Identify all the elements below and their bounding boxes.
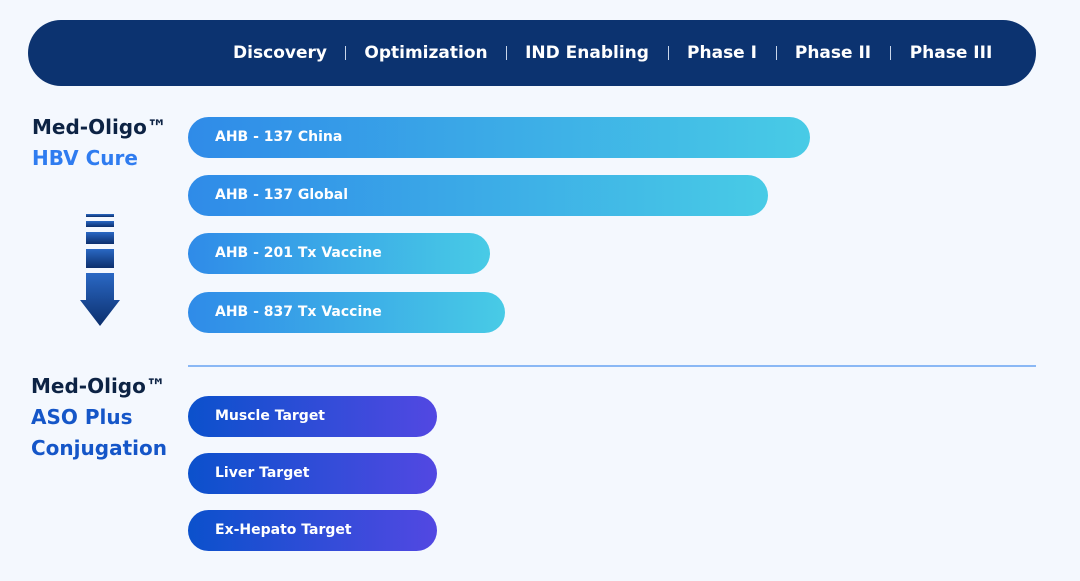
- group-subtitle: HBV Cure: [32, 146, 138, 170]
- group-title-aso: Med-Oligo™ ASO Plus Conjugation: [31, 371, 167, 464]
- group-title-hbv: Med-Oligo™ HBV Cure: [32, 112, 167, 174]
- program-bar: Liver Target: [188, 453, 437, 494]
- program-bar: AHB - 137 China: [188, 117, 810, 158]
- phase-header: Discovery Optimization IND Enabling Phas…: [28, 20, 1036, 86]
- phase-3: Phase III: [909, 43, 993, 63]
- group-subtitle: Conjugation: [31, 436, 167, 460]
- phase-discovery: Discovery: [233, 43, 327, 63]
- divider: [345, 46, 346, 60]
- section-divider: [188, 365, 1036, 367]
- divider: [776, 46, 777, 60]
- down-arrow-icon: [80, 214, 120, 326]
- phase-ind-enabling: IND Enabling: [525, 43, 649, 63]
- program-bar: AHB - 837 Tx Vaccine: [188, 292, 505, 333]
- phase-optimization: Optimization: [364, 43, 488, 63]
- divider: [890, 46, 891, 60]
- program-bar: Ex-Hepato Target: [188, 510, 437, 551]
- divider: [506, 46, 507, 60]
- phase-1: Phase I: [687, 43, 757, 63]
- group-brand: Med-Oligo™: [32, 115, 167, 139]
- phase-2: Phase II: [794, 43, 872, 63]
- program-bar: AHB - 137 Global: [188, 175, 768, 216]
- program-bar: Muscle Target: [188, 396, 437, 437]
- group-subtitle: ASO Plus: [31, 405, 133, 429]
- divider: [668, 46, 669, 60]
- group-brand: Med-Oligo™: [31, 374, 166, 398]
- program-bar: AHB - 201 Tx Vaccine: [188, 233, 490, 274]
